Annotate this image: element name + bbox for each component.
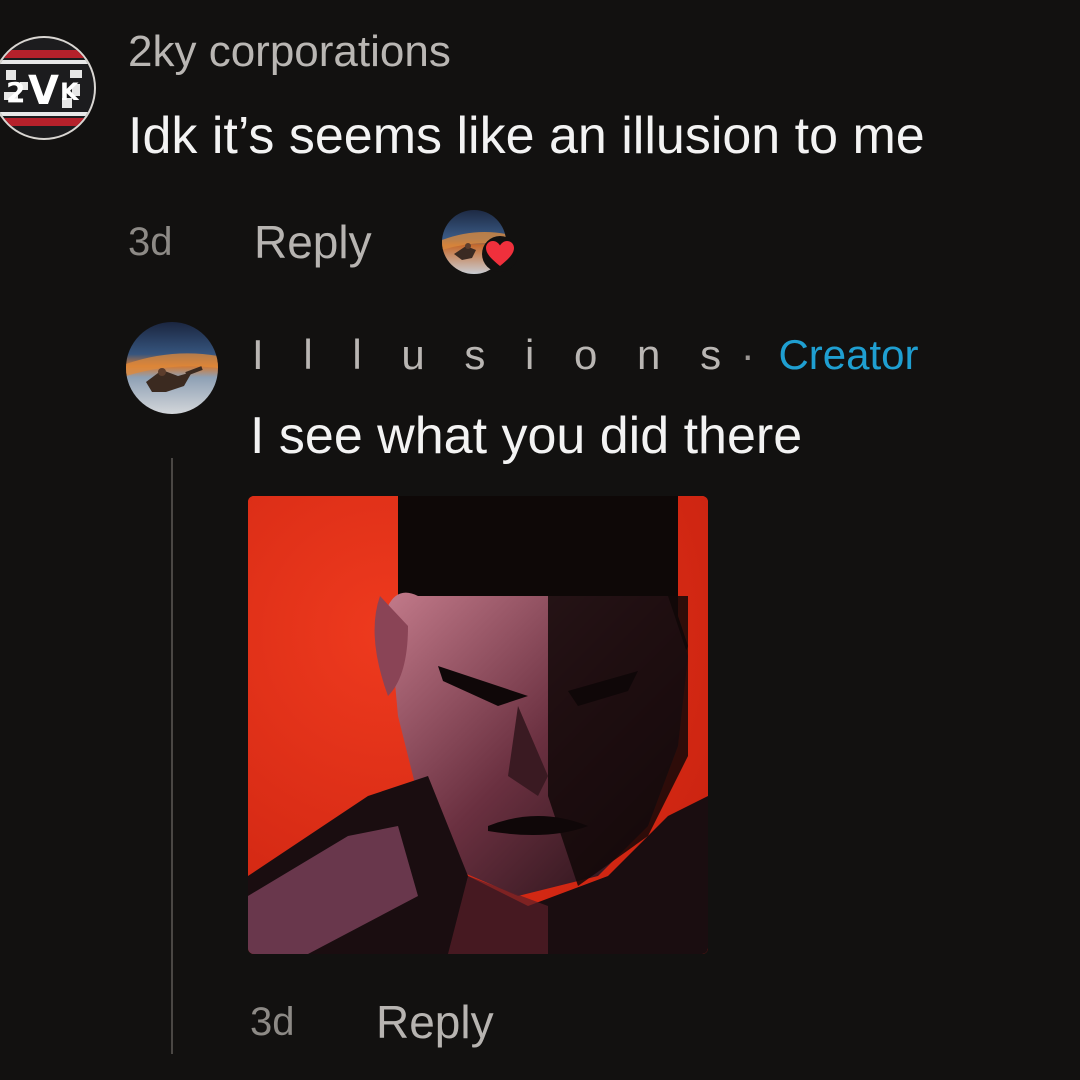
heart-icon: [482, 236, 518, 272]
svg-text:K: K: [60, 78, 80, 106]
reply-comment-text: I see what you did there: [250, 407, 803, 465]
red-portrait-image[interactable]: [248, 496, 708, 954]
creator-username[interactable]: I l l u s i o n s: [252, 331, 735, 378]
comment-thread: 2 V K 2ky corporations Idk it’s seems li…: [0, 0, 1080, 1080]
thread-line: [171, 458, 173, 1054]
commenter-username[interactable]: 2ky corporations: [128, 26, 451, 78]
comment-text: Idk it’s seems like an illusion to me: [128, 107, 925, 165]
comment-meta-row: 3d Reply: [128, 210, 548, 274]
reply-button[interactable]: Reply: [254, 210, 372, 274]
reply-meta-row: 3d Reply: [250, 990, 550, 1054]
commenter-avatar[interactable]: 2 V K: [0, 20, 96, 156]
svg-text:V: V: [28, 68, 59, 114]
creator-avatar[interactable]: [126, 322, 218, 414]
comment-timestamp: 3d: [128, 220, 173, 264]
separator-dot: ·: [740, 331, 755, 378]
svg-text:2: 2: [6, 76, 25, 109]
reply-button[interactable]: Reply: [376, 990, 494, 1054]
creator-username-row: I l l u s i o n s · Creator: [252, 330, 919, 380]
creator-badge: Creator: [778, 331, 919, 378]
reply-timestamp: 3d: [250, 1000, 295, 1044]
